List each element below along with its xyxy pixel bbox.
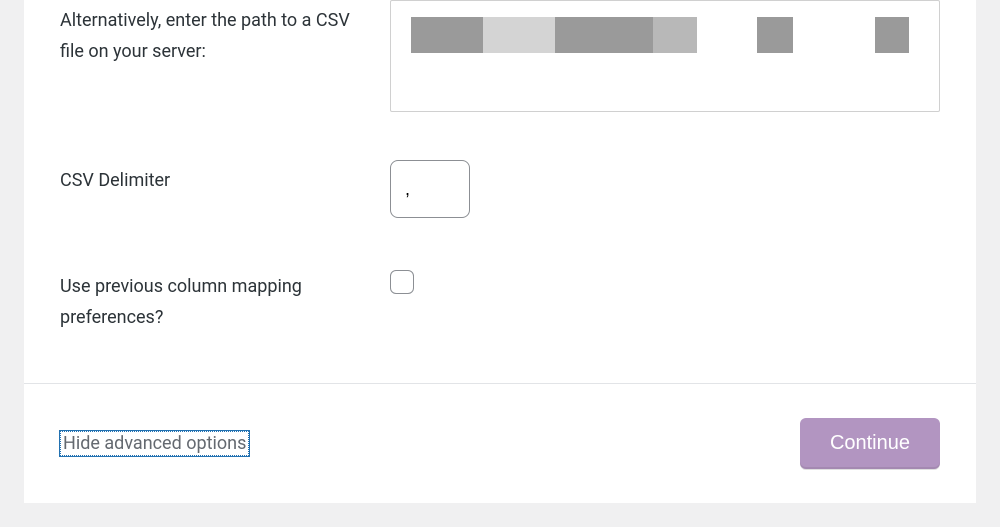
mapping-control [390,266,940,298]
delimiter-input[interactable] [390,160,470,218]
redact-block [483,17,555,53]
row-csv-path: Alternatively, enter the path to a CSV f… [60,0,940,112]
redacted-value [411,17,909,53]
toggle-advanced-link[interactable]: Hide advanced options [60,431,249,456]
redact-block [757,17,793,53]
delimiter-control [390,160,940,218]
panel-footer: Hide advanced options Continue [24,383,976,503]
form-body: Alternatively, enter the path to a CSV f… [24,0,976,383]
continue-button[interactable]: Continue [800,418,940,469]
redact-gap [697,17,757,53]
redact-block [555,17,653,53]
csv-path-input[interactable] [390,0,940,112]
delimiter-label: CSV Delimiter [60,160,390,197]
redact-block [411,17,483,53]
row-delimiter: CSV Delimiter [60,160,940,218]
mapping-checkbox[interactable] [390,270,414,294]
redact-block [653,17,697,53]
csv-path-control [390,0,940,112]
row-mapping: Use previous column mapping preferences? [60,266,940,333]
redact-block [875,17,909,53]
redact-gap [793,17,875,53]
import-options-panel: Alternatively, enter the path to a CSV f… [24,0,976,503]
csv-path-label: Alternatively, enter the path to a CSV f… [60,0,390,67]
mapping-label: Use previous column mapping preferences? [60,266,390,333]
